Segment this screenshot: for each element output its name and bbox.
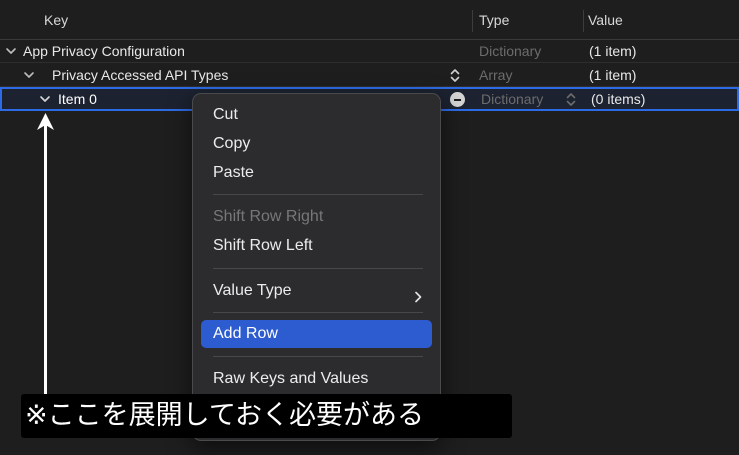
menu-item-raw-keys-and-values[interactable]: Raw Keys and Values (201, 365, 432, 393)
menu-item-paste[interactable]: Paste (201, 159, 432, 187)
row-key[interactable]: Privacy Accessed API Types (52, 67, 228, 83)
row-key[interactable]: Item 0 (58, 91, 97, 107)
menu-item-copy[interactable]: Copy (201, 130, 432, 158)
annotation-arrow-line (44, 125, 47, 415)
column-header-value[interactable]: Value (588, 12, 623, 28)
annotation-caption: ※ここを展開しておく必要がある (21, 394, 512, 438)
disclosure-chevron-down-icon[interactable] (39, 93, 51, 105)
row-value: (0 items) (591, 91, 646, 107)
row-type[interactable]: Dictionary (479, 43, 541, 59)
menu-separator (213, 268, 423, 269)
annotation-arrow-up-icon (37, 113, 54, 130)
remove-row-icon[interactable] (450, 92, 465, 107)
column-header-key[interactable]: Key (44, 12, 68, 28)
row-key[interactable]: App Privacy Configuration (23, 43, 185, 59)
key-stepper-icon[interactable] (449, 68, 461, 83)
table-header: Key Type Value (0, 0, 739, 40)
type-stepper-icon[interactable] (565, 92, 577, 107)
menu-item-label: Value Type (213, 282, 292, 299)
row-type[interactable]: Dictionary (481, 91, 543, 107)
row-value: (1 item) (589, 67, 637, 83)
menu-separator (213, 356, 423, 357)
menu-item-value-type[interactable]: Value Type (201, 277, 432, 305)
row-value: (1 item) (589, 43, 637, 59)
column-header-type[interactable]: Type (479, 12, 509, 28)
column-divider[interactable] (583, 10, 584, 32)
plist-editor: Key Type Value App Privacy Configuration… (0, 0, 739, 455)
menu-item-shift-row-left[interactable]: Shift Row Left (201, 232, 432, 260)
disclosure-chevron-down-icon[interactable] (23, 69, 35, 81)
chevron-right-icon (414, 285, 422, 303)
table-row[interactable]: App Privacy Configuration Dictionary (1 … (0, 39, 739, 63)
menu-separator (213, 194, 423, 195)
menu-item-add-row[interactable]: Add Row (201, 320, 432, 348)
disclosure-chevron-down-icon[interactable] (5, 45, 17, 57)
column-divider[interactable] (472, 10, 473, 32)
menu-item-shift-row-right: Shift Row Right (213, 208, 324, 225)
row-type[interactable]: Array (479, 67, 512, 83)
menu-item-cut[interactable]: Cut (201, 101, 432, 129)
table-row[interactable]: Privacy Accessed API Types Array (1 item… (0, 63, 739, 87)
context-menu: Cut Copy Paste Shift Row Right Shift Row… (192, 93, 441, 441)
menu-separator (213, 312, 423, 313)
